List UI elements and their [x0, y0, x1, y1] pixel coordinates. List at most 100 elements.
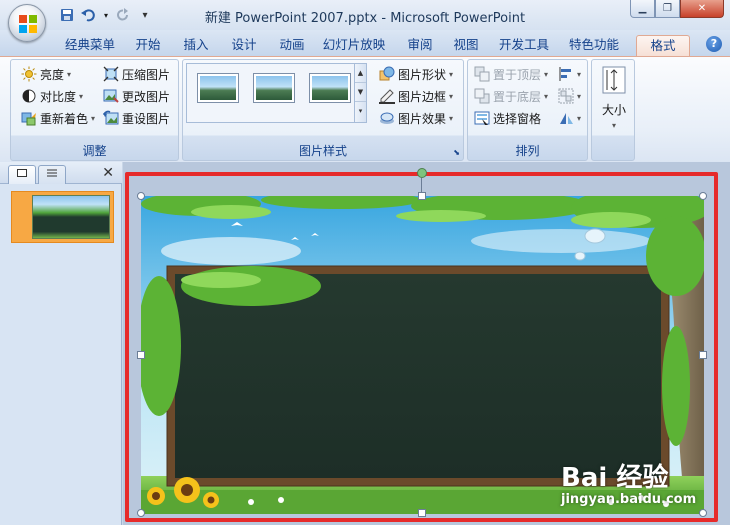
landscape-preview-image: [312, 76, 348, 100]
tab-special-features[interactable]: 特色功能: [564, 35, 624, 56]
resize-handle-right[interactable]: [699, 351, 707, 359]
recolor-label: 重新着色: [40, 111, 89, 126]
gallery-more-icon[interactable]: ▾: [355, 102, 366, 121]
resize-handle-top-left[interactable]: [137, 192, 145, 200]
bring-to-front-icon: [474, 66, 490, 82]
rotate-handle[interactable]: [417, 168, 427, 178]
size-button[interactable]: 大小 ▾: [598, 64, 630, 140]
send-to-back-label: 置于底层: [493, 89, 542, 104]
pane-tabs: ✕: [0, 162, 122, 184]
tab-animation[interactable]: 动画: [272, 35, 312, 56]
recolor-icon: [21, 112, 36, 126]
rotate-icon: [560, 113, 573, 124]
tab-classic-menu[interactable]: 经典菜单: [60, 35, 120, 56]
picture-style-thumb[interactable]: [253, 73, 295, 103]
tab-slideshow[interactable]: 幻灯片放映: [318, 35, 390, 56]
chevron-down-icon: ▾: [577, 113, 582, 123]
contrast-label: 对比度: [40, 89, 77, 104]
resize-handle-bottom-right[interactable]: [699, 509, 707, 517]
tab-design[interactable]: 设计: [224, 35, 264, 56]
watermark-url: jingyan.baidu.com: [561, 492, 697, 507]
dialog-launcher-icon[interactable]: ⬊: [453, 148, 460, 157]
picture-shape-button[interactable]: 图片形状 ▾: [379, 64, 453, 84]
compress-picture-label: 压缩图片: [122, 67, 171, 82]
selection-pane-button[interactable]: 选择窗格: [474, 108, 541, 128]
picture-style-thumb[interactable]: [309, 73, 351, 103]
chevron-down-icon: ▾: [449, 69, 454, 79]
reset-picture-icon: [103, 110, 119, 125]
brightness-label: 亮度: [40, 67, 65, 82]
baidu-watermark: Bai 经验 jingyan.baidu.com: [561, 464, 696, 508]
chevron-down-icon: ▾: [544, 69, 549, 79]
align-icon: [559, 67, 571, 81]
reset-picture-button[interactable]: 重设图片: [103, 108, 170, 128]
change-picture-icon: [103, 89, 119, 103]
minimize-button[interactable]: ▁: [630, 0, 655, 18]
gallery-scroll: ▲ ▼ ▾: [354, 64, 366, 122]
chevron-down-icon: ▾: [79, 91, 84, 101]
tab-insert[interactable]: 插入: [176, 35, 216, 56]
align-button[interactable]: ▾: [558, 64, 581, 84]
ribbon-tabs: 经典菜单 开始 插入 设计 动画 幻灯片放映 审阅 视图 开发工具 特色功能 格…: [0, 30, 730, 56]
resize-handle-bottom[interactable]: [418, 509, 426, 517]
tab-developer[interactable]: 开发工具: [494, 35, 554, 56]
arrange-group: 置于顶层 ▾ 置于底层 ▾ 选择窗格 ▾ ▾ ▾ 排列: [467, 59, 588, 161]
picture-shape-label: 图片形状: [398, 67, 447, 82]
change-picture-button[interactable]: 更改图片: [103, 86, 170, 106]
help-icon[interactable]: ?: [706, 36, 722, 52]
brightness-icon: [21, 66, 37, 82]
selection-pane-icon: [474, 111, 490, 125]
tab-home[interactable]: 开始: [128, 35, 168, 56]
resize-handle-top-right[interactable]: [699, 192, 707, 200]
picture-effects-button[interactable]: 图片效果 ▾: [379, 108, 453, 128]
tab-view[interactable]: 视图: [446, 35, 486, 56]
contrast-icon: [22, 89, 36, 103]
brightness-button[interactable]: 亮度 ▾: [21, 64, 71, 84]
gallery-scroll-up-icon[interactable]: ▲: [355, 64, 366, 83]
picture-styles-group: ▲ ▼ ▾ 图片形状 ▾ 图片边框 ▾ 图片效果 ▾ 图片样式 ⬊: [182, 59, 464, 161]
rotate-button[interactable]: ▾: [558, 108, 581, 128]
resize-handle-left[interactable]: [137, 351, 145, 359]
slides-icon: [17, 169, 27, 177]
send-to-back-button[interactable]: 置于底层 ▾: [474, 86, 548, 106]
picture-shape-icon: [379, 66, 395, 81]
outline-tab[interactable]: [38, 165, 66, 184]
group-button[interactable]: ▾: [558, 86, 581, 106]
size-label: 大小: [601, 103, 626, 117]
landscape-preview-image: [256, 76, 292, 100]
watermark-main: Bai 经验: [561, 463, 669, 493]
close-pane-icon[interactable]: ✕: [102, 165, 114, 181]
compress-picture-icon: [103, 66, 119, 82]
window-controls: ▁ ❐ ✕: [630, 0, 724, 18]
picture-effects-icon: [380, 112, 394, 124]
picture-style-gallery: ▲ ▼ ▾: [186, 63, 367, 123]
bring-to-front-button[interactable]: 置于顶层 ▾: [474, 64, 548, 84]
restore-button[interactable]: ❐: [655, 0, 680, 18]
tab-format[interactable]: 格式: [636, 35, 690, 56]
slides-tab[interactable]: [8, 165, 36, 184]
group-icon: [558, 88, 574, 104]
compress-picture-button[interactable]: 压缩图片: [103, 64, 170, 84]
chevron-down-icon: ▾: [577, 91, 582, 101]
change-picture-label: 更改图片: [122, 89, 171, 104]
window-title: 新建 PowerPoint 2007.pptx - Microsoft Powe…: [204, 11, 526, 26]
chevron-down-icon: ▾: [67, 69, 72, 79]
close-button[interactable]: ✕: [680, 0, 724, 18]
picture-effects-label: 图片效果: [398, 111, 447, 126]
chevron-down-icon: ▾: [91, 113, 96, 123]
picture-border-icon: [379, 89, 395, 104]
office-button[interactable]: [8, 4, 46, 42]
recolor-button[interactable]: 重新着色 ▾: [21, 108, 95, 128]
landscape-preview-image: [200, 76, 236, 100]
outline-icon: [47, 169, 57, 177]
arrange-group-title: 排列: [515, 144, 540, 158]
contrast-button[interactable]: 对比度 ▾: [21, 86, 83, 106]
chevron-down-icon: ▾: [449, 91, 454, 101]
tab-review[interactable]: 审阅: [400, 35, 440, 56]
resize-handle-top[interactable]: [418, 192, 426, 200]
picture-border-button[interactable]: 图片边框 ▾: [379, 86, 453, 106]
gallery-scroll-down-icon[interactable]: ▼: [355, 83, 366, 102]
picture-style-thumb[interactable]: [197, 73, 239, 103]
resize-handle-bottom-left[interactable]: [137, 509, 145, 517]
slide-thumbnail[interactable]: [11, 191, 114, 243]
